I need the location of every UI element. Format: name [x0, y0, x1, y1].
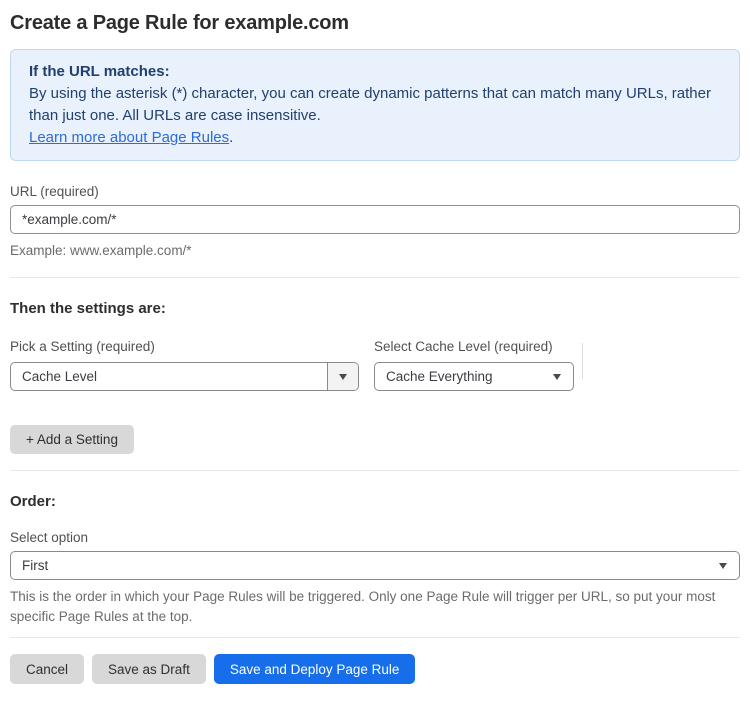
save-as-draft-button[interactable]: Save as Draft [92, 654, 206, 684]
setting-row: Pick a Setting (required) Cache Level Se… [10, 317, 740, 391]
order-helper-text: This is the order in which your Page Rul… [10, 589, 716, 624]
page-rule-form: Create a Page Rule for example.com If th… [0, 12, 750, 684]
settings-section-heading: Then the settings are: [10, 300, 166, 317]
info-box-heading: If the URL matches: [29, 63, 170, 80]
learn-more-link[interactable]: Learn more about Page Rules [29, 129, 229, 146]
add-setting-button[interactable]: + Add a Setting [10, 425, 134, 454]
order-section-heading: Order: [10, 493, 56, 510]
order-select[interactable]: First [10, 551, 740, 580]
link-period: . [229, 129, 234, 146]
caret-down-icon [553, 374, 561, 380]
select-caret-box [327, 363, 358, 390]
section-divider [10, 470, 740, 471]
info-box-link-line: Learn more about Page Rules. [29, 127, 721, 149]
section-divider [10, 637, 740, 638]
url-field-label: URL (required) [10, 184, 99, 199]
setting-column: Pick a Setting (required) Cache Level [10, 317, 359, 391]
order-select-label: Select option [10, 530, 89, 545]
cancel-button[interactable]: Cancel [10, 654, 85, 684]
info-box-body: By using the asterisk (*) character, you… [29, 85, 711, 124]
url-input[interactable] [10, 205, 740, 234]
url-match-info-box: If the URL matches: By using the asteris… [10, 49, 740, 161]
caret-down-icon [339, 373, 347, 380]
save-and-deploy-button[interactable]: Save and Deploy Page Rule [213, 654, 416, 684]
cache-level-select[interactable]: Cache Everything [374, 362, 574, 391]
setting-row-divider [582, 343, 583, 379]
cache-level-label: Select Cache Level (required) [374, 339, 553, 354]
pick-setting-selected-value: Cache Level [22, 369, 98, 384]
page-title: Create a Page Rule for example.com [10, 12, 349, 34]
url-field-helper: Example: www.example.com/* [10, 243, 192, 258]
caret-down-icon [719, 563, 727, 569]
section-divider [10, 277, 740, 278]
footer-actions: Cancel Save as Draft Save and Deploy Pag… [10, 654, 740, 684]
cache-level-selected-value: Cache Everything [386, 369, 493, 384]
setting-value-column: Select Cache Level (required) Cache Ever… [374, 317, 574, 391]
order-selected-value: First [22, 558, 49, 573]
pick-setting-select[interactable]: Cache Level [10, 362, 359, 391]
pick-setting-label: Pick a Setting (required) [10, 339, 155, 354]
